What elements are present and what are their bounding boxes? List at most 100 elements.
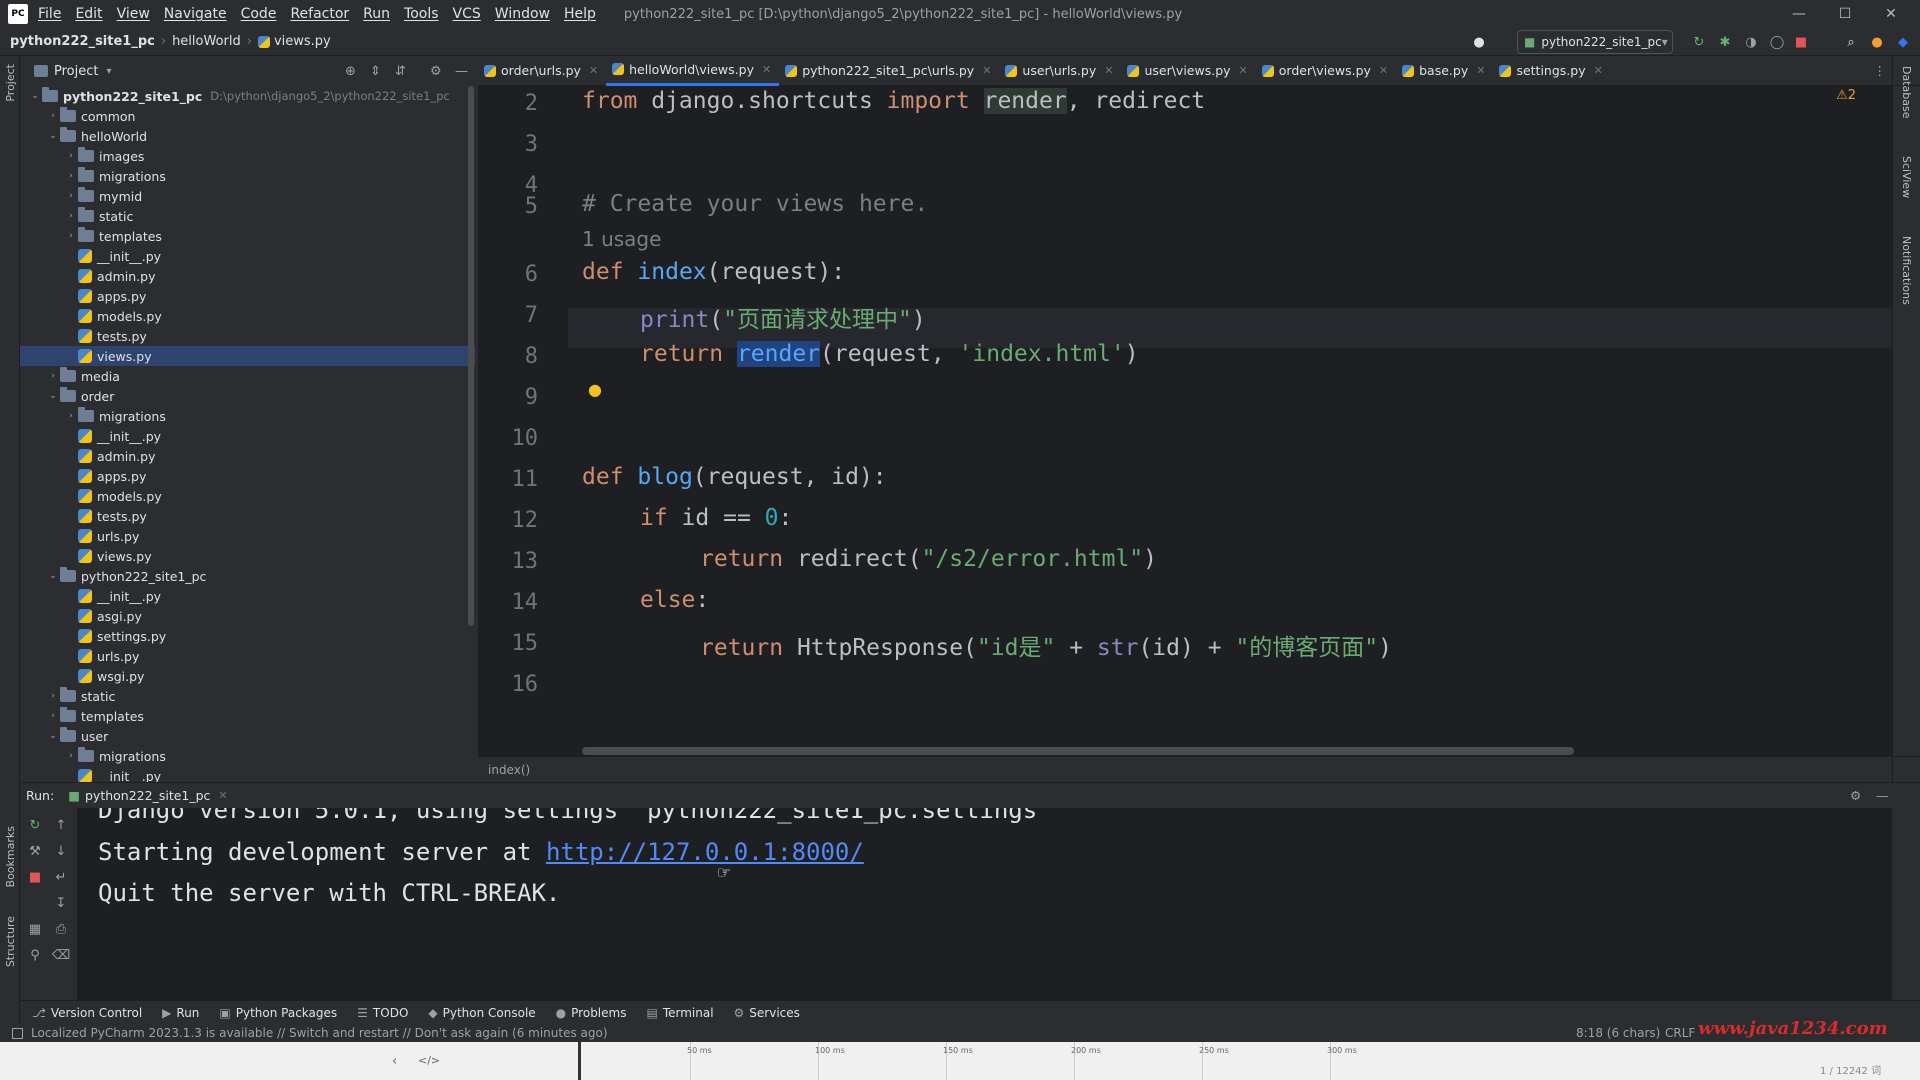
editor-tab[interactable]: base.py ✕	[1396, 56, 1493, 86]
close-tab-icon[interactable]: ✕	[218, 789, 227, 802]
breadcrumb-folder[interactable]: helloWorld	[172, 34, 241, 49]
status-message[interactable]: Localized PyCharm 2023.1.3 is available …	[31, 1026, 608, 1040]
menu-run[interactable]: Run	[363, 6, 390, 22]
tree-file[interactable]: __init__.py	[20, 586, 475, 606]
rerun-icon[interactable]: ↻	[26, 816, 44, 834]
chevron-right-icon[interactable]: ›	[46, 371, 60, 381]
chevron-down-icon[interactable]: ⌄	[46, 131, 60, 141]
function-breadcrumb[interactable]: index()	[488, 763, 530, 777]
menu-edit[interactable]: Edit	[75, 6, 102, 22]
chevron-down-icon[interactable]: ⌄	[46, 571, 60, 581]
tree-folder[interactable]: › migrations	[20, 746, 475, 766]
menu-help[interactable]: Help	[564, 6, 596, 22]
chevron-right-icon[interactable]: ›	[64, 211, 78, 221]
tool-window-button[interactable]: ☰ TODO	[357, 1006, 408, 1020]
breadcrumb-file[interactable]: views.py	[274, 34, 331, 49]
run-config-selector[interactable]: ■ python222_site1_pc ▾	[1517, 30, 1673, 54]
chevron-down-icon[interactable]: ⌄	[46, 391, 60, 401]
project-panel-title[interactable]: Project	[54, 64, 98, 79]
menu-navigate[interactable]: Navigate	[164, 6, 227, 22]
sciview-tool-button[interactable]: SciView	[1900, 156, 1913, 198]
editor-tab[interactable]: user\urls.py ✕	[999, 56, 1121, 86]
locate-icon[interactable]: ⊕	[345, 64, 356, 79]
tree-file[interactable]: admin.py	[20, 266, 475, 286]
tree-scrollbar[interactable]	[468, 86, 474, 626]
chevron-right-icon[interactable]: ›	[64, 411, 78, 421]
run-console[interactable]: Django version 5.0.1, using settings 'py…	[78, 808, 1892, 1000]
editor-horizontal-scrollbar[interactable]	[582, 747, 1574, 755]
tool-window-button[interactable]: ⚙ Services	[734, 1006, 800, 1020]
gear-icon[interactable]: ⚙	[1850, 788, 1861, 803]
editor-tab[interactable]: order\urls.py ✕	[478, 56, 606, 86]
tree-folder[interactable]: › static	[20, 206, 475, 226]
update-icon[interactable]: ●	[1868, 33, 1886, 51]
code-icon[interactable]: </>	[418, 1054, 440, 1067]
close-tab-icon[interactable]: ✕	[1594, 64, 1603, 77]
more-tabs-icon[interactable]: ⋮	[1874, 63, 1887, 78]
menu-window[interactable]: Window	[495, 6, 550, 22]
tree-file[interactable]: __init__.py	[20, 246, 475, 266]
chevron-left-icon[interactable]: ‹	[392, 1054, 397, 1069]
tool-window-button[interactable]: ▶ Run	[162, 1006, 199, 1020]
collapse-all-icon[interactable]: ⇵	[395, 64, 406, 79]
editor-tab[interactable]: user\views.py ✕	[1121, 56, 1255, 86]
tree-file[interactable]: settings.py	[20, 626, 475, 646]
tool-window-button[interactable]: ▤ Terminal	[646, 1006, 713, 1020]
tree-file[interactable]: tests.py	[20, 326, 475, 346]
tree-folder[interactable]: › images	[20, 146, 475, 166]
bookmarks-tool-button[interactable]: Bookmarks	[4, 826, 17, 887]
coverage-icon[interactable]: ◑	[1742, 33, 1760, 51]
tree-file[interactable]: wsgi.py	[20, 666, 475, 686]
close-tab-icon[interactable]: ✕	[762, 63, 771, 76]
scroll-to-end-icon[interactable]: ↧	[52, 894, 70, 912]
wrench-icon[interactable]: ⚒	[26, 842, 44, 860]
tree-folder[interactable]: ⌄ python222_site1_pc	[20, 566, 475, 586]
tree-file[interactable]: __init__.py	[20, 426, 475, 446]
rerun-icon[interactable]: ↻	[1690, 33, 1708, 51]
close-tab-icon[interactable]: ✕	[1476, 64, 1485, 77]
close-tab-icon[interactable]: ✕	[589, 64, 598, 77]
editor-tab[interactable]: order\views.py ✕	[1256, 56, 1396, 86]
close-tab-icon[interactable]: ✕	[1104, 64, 1113, 77]
chevron-down-icon[interactable]: ⌄	[46, 731, 60, 741]
hide-panel-icon[interactable]: —	[1876, 788, 1889, 803]
chevron-right-icon[interactable]: ›	[64, 231, 78, 241]
editor-tab[interactable]: settings.py ✕	[1493, 56, 1610, 86]
scroll-down-icon[interactable]: ↓	[52, 842, 70, 860]
menu-view[interactable]: View	[117, 6, 150, 22]
tree-folder[interactable]: › mymid	[20, 186, 475, 206]
close-window-icon[interactable]: ✕	[1868, 0, 1914, 28]
tree-folder[interactable]: › templates	[20, 706, 475, 726]
intention-bulb-icon[interactable]: ●	[588, 380, 602, 399]
tool-window-button[interactable]: ⎇ Version Control	[32, 1006, 142, 1020]
tree-file[interactable]: views.py	[20, 346, 475, 366]
tree-folder[interactable]: ⌄ user	[20, 726, 475, 746]
tree-file[interactable]: views.py	[20, 546, 475, 566]
menu-tools[interactable]: Tools	[404, 6, 439, 22]
chevron-right-icon[interactable]: ›	[46, 111, 60, 121]
menu-vcs[interactable]: VCS	[453, 6, 481, 22]
chevron-down-icon[interactable]: ⌄	[28, 91, 42, 101]
debug-icon[interactable]: ✱	[1716, 33, 1734, 51]
pin-icon[interactable]: ⚲	[26, 946, 44, 964]
structure-tool-button[interactable]: Structure	[4, 916, 17, 967]
tool-window-button[interactable]: ▣ Python Packages	[219, 1006, 337, 1020]
tree-file[interactable]: apps.py	[20, 466, 475, 486]
chevron-right-icon[interactable]: ›	[64, 151, 78, 161]
caret-position[interactable]: 8:18 (6 chars)	[1576, 1026, 1660, 1040]
tree-file[interactable]: admin.py	[20, 446, 475, 466]
close-tab-icon[interactable]: ✕	[982, 64, 991, 77]
soft-wrap-icon[interactable]: ↵	[52, 868, 70, 886]
tree-folder[interactable]: › templates	[20, 226, 475, 246]
tree-folder[interactable]: › common	[20, 106, 475, 126]
editor-tab[interactable]: helloWorld\views.py ✕	[606, 55, 780, 86]
tool-window-button[interactable]: ● Problems	[556, 1006, 627, 1020]
stop-icon[interactable]: ■	[1792, 33, 1810, 51]
run-config-tab[interactable]: python222_site1_pc	[85, 788, 210, 803]
database-tool-button[interactable]: Database	[1900, 66, 1913, 119]
line-separator[interactable]: CRLF	[1665, 1026, 1695, 1040]
tree-file[interactable]: tests.py	[20, 506, 475, 526]
tree-file[interactable]: __init__.py	[20, 766, 475, 782]
code-editor[interactable]: 2 3 4 5 6 7 8 9 10 11 12 13 14 15 16 ⚠2 from django.sh…	[478, 86, 1892, 756]
print-icon[interactable]: ⎙	[52, 920, 70, 938]
